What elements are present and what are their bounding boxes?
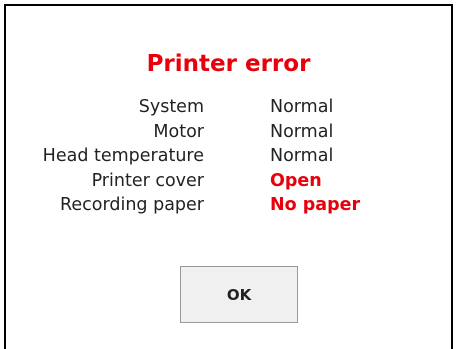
dialog-title: Printer error — [146, 51, 311, 77]
printer-error-dialog: Printer error System Normal Motor Normal… — [4, 4, 453, 349]
status-value-error: No paper — [270, 195, 361, 215]
status-row-head-temperature: Head temperature Normal — [6, 144, 451, 169]
ok-button[interactable]: OK — [180, 266, 298, 323]
status-value: Normal — [270, 146, 334, 166]
status-row-recording-paper: Recording paper No paper — [6, 193, 451, 218]
status-list: System Normal Motor Normal Head temperat… — [6, 95, 451, 218]
status-label: Motor — [153, 121, 204, 142]
status-value: Normal — [270, 121, 334, 142]
status-label: Recording paper — [60, 195, 204, 215]
status-row-motor: Motor Normal — [6, 120, 451, 145]
status-row-printer-cover: Printer cover Open — [6, 169, 451, 194]
status-value: Normal — [270, 97, 334, 117]
status-label: System — [138, 97, 204, 117]
status-label: Head temperature — [42, 146, 204, 166]
status-label: Printer cover — [91, 170, 204, 191]
status-value-error: Open — [270, 170, 322, 191]
status-row-system: System Normal — [6, 95, 451, 120]
